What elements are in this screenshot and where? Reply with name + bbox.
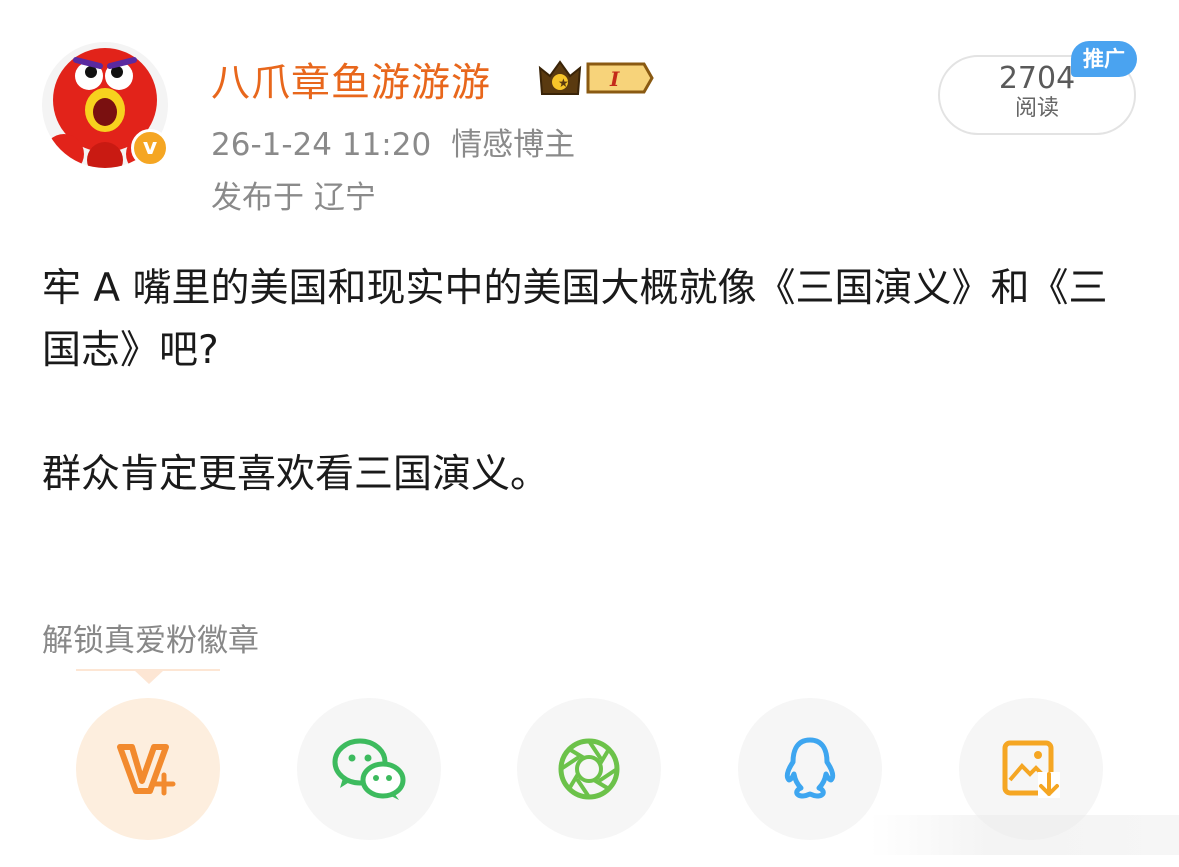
post-text-line: 牢 A 嘴里的美国和现实中的美国大概就像《三国演义》和《三国志》吧? [42, 266, 1108, 373]
svg-text:★: ★ [558, 76, 569, 90]
share-moments-button[interactable] [517, 698, 661, 840]
post-location: 发布于 辽宁 [211, 180, 376, 216]
post-text-line: 群众肯定更喜欢看三国演义。 [42, 452, 550, 497]
share-weibo-vplus-button[interactable] [76, 698, 220, 840]
moments-icon [558, 738, 620, 800]
member-crown-badge[interactable]: ★ I [536, 56, 654, 104]
level-numeral: I [609, 67, 620, 91]
post-content: 牢 A 嘴里的美国和现实中的美国大概就像《三国演义》和《三国志》吧? 群众肯定更… [42, 258, 1142, 506]
post-meta: 26-1-24 11:20 情感博主 [211, 119, 575, 164]
save-image-icon [1002, 740, 1060, 798]
fan-badge-link[interactable]: 解锁真爱粉徽章 [42, 615, 259, 660]
author-name[interactable]: 八爪章鱼游游游 [211, 52, 491, 108]
weibo-vplus-icon [117, 744, 176, 796]
read-label: 阅读 [1014, 96, 1059, 121]
wechat-icon [332, 738, 406, 800]
share-wechat-button[interactable] [297, 698, 441, 840]
qq-icon [784, 737, 836, 799]
post-timestamp: 26-1-24 11:20 [211, 127, 432, 163]
promo-tag: 推广 [1071, 41, 1137, 77]
bottom-fade-overlay [870, 815, 1179, 855]
share-qq-button[interactable] [738, 698, 882, 840]
author-category: 情感博主 [451, 127, 576, 163]
tooltip-pointer [134, 670, 164, 684]
verified-badge-icon: v [131, 129, 169, 167]
